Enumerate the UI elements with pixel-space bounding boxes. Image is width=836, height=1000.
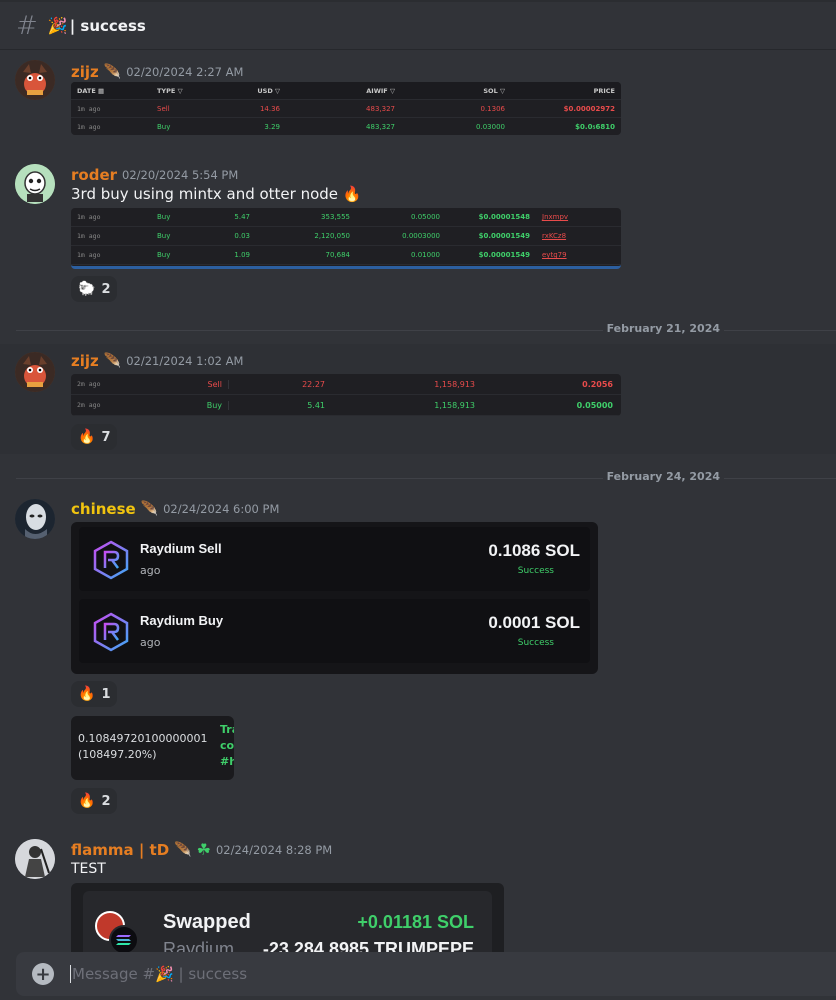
username[interactable]: chinese (71, 500, 136, 518)
swap-amount: +0.01181 SOL (357, 912, 474, 932)
raydium-logo-icon (93, 540, 129, 580)
avatar[interactable] (15, 60, 55, 100)
trade-amount: 0.1086 SOL (488, 541, 580, 560)
feather-badge-icon: 🪶 (103, 64, 122, 80)
username[interactable]: flamma | tD (71, 841, 169, 859)
date-divider: February 24, 2024 (16, 470, 836, 483)
feather-badge-icon: 🪶 (140, 501, 159, 517)
trade-table: DATE ▦ TYPE ▽ USD ▽ AIWIF ▽ SOL ▽ PRICE … (71, 82, 621, 135)
reaction[interactable]: 🔥 1 (71, 681, 118, 707)
swap-card: Swapped +0.01181 SOL Raydium -23,284.898… (83, 891, 492, 952)
swap-dex: Raydium (163, 939, 235, 952)
avatar[interactable] (15, 352, 55, 392)
trade-ago: ago (140, 564, 161, 577)
username[interactable]: zijz (71, 352, 99, 370)
trade-title: Raydium Sell (140, 541, 222, 556)
table-row: 1m ago Buy 0.03 2,120,050 0.0003000 $0.0… (71, 227, 621, 246)
profit-value: 0.10849720100000001 (78, 732, 208, 745)
raydium-logo-icon (93, 612, 129, 652)
message-text: 3rd buy using mintx and otter node 🔥 (71, 185, 362, 203)
reaction[interactable]: 🔥 2 (71, 788, 118, 814)
reaction[interactable]: 🔥 7 (71, 424, 118, 450)
avatar[interactable] (15, 164, 55, 204)
timestamp[interactable]: 02/24/2024 8:28 PM (216, 843, 332, 857)
swap-tokens: -23,284.8985 TRUMPEPE (262, 939, 474, 952)
clover-badge-icon: ☘ (196, 840, 211, 859)
reaction[interactable]: 🐑 2 (71, 276, 118, 302)
reaction-count: 7 (101, 429, 111, 445)
avatar[interactable] (15, 839, 55, 879)
username[interactable]: roder (71, 166, 117, 184)
timestamp[interactable]: 02/24/2024 6:00 PM (163, 502, 279, 516)
avatar[interactable] (15, 499, 55, 539)
table-header: DATE ▦ TYPE ▽ USD ▽ AIWIF ▽ SOL ▽ PRICE (71, 82, 621, 100)
sheep-emoji: 🐑 (78, 281, 96, 297)
trade-title: Raydium Buy (140, 613, 224, 628)
trade-card-row: Raydium Buy ago 0.0001 SOL Success (79, 599, 590, 663)
username[interactable]: zijz (71, 63, 99, 81)
table-row: 1m ago Sell 14.36 483,327 0.1306 $0.0000… (71, 100, 621, 118)
message-input-bar: + Message #🎉 | success (16, 952, 836, 996)
message: chinese 🪶 02/24/2024 6:00 PM Raydium Sel… (0, 492, 836, 817)
swap-title: Swapped (163, 911, 251, 933)
timestamp[interactable]: 02/20/2024 2:27 AM (126, 65, 243, 79)
add-attachment-button[interactable]: + (32, 963, 54, 985)
trade-card-embed: Raydium Sell ago 0.1086 SOL Success Rayd… (71, 522, 598, 674)
feather-badge-icon: 🪶 (174, 841, 192, 858)
reaction-count: 2 (101, 793, 111, 809)
reaction-count: 1 (101, 686, 111, 702)
table-row: 1m ago Buy 5.47 353,555 0.05000 $0.00001… (71, 208, 621, 227)
message: roder 02/20/2024 5:54 PM 3rd buy using m… (0, 158, 836, 308)
reaction-count: 2 (101, 281, 111, 297)
date-divider: February 21, 2024 (16, 322, 836, 335)
trade-amount: 0.0001 SOL (488, 613, 580, 632)
profit-percent: (108497.20%) (78, 748, 157, 761)
timestamp[interactable]: 02/20/2024 5:54 PM (122, 168, 238, 182)
trade-table: 1m ago Buy 5.47 353,555 0.05000 $0.00001… (71, 208, 621, 269)
channel-name[interactable]: | success (70, 17, 146, 35)
table-row: 1m ago Buy 1.09 70,684 0.01000 $0.000015… (71, 246, 621, 265)
trade-table: 2m ago Sell 22.27 1,158,913 0.2056 2m ag… (71, 374, 621, 416)
hash-icon: # (16, 10, 38, 41)
message: zijz 🪶 02/20/2024 2:27 AM DATE ▦ TYPE ▽ … (0, 54, 836, 144)
table-row: 2m ago Buy 5.41 1,158,913 0.05000 (71, 395, 621, 416)
channel-header: # 🎉 | success (0, 0, 836, 50)
timestamp[interactable]: 02/21/2024 1:02 AM (126, 354, 243, 368)
fire-emoji: 🔥 (78, 686, 96, 702)
fire-emoji: 🔥 (78, 793, 96, 809)
solana-icon (109, 925, 139, 952)
fire-emoji: 🔥 (78, 429, 96, 445)
trade-card-row: Raydium Sell ago 0.1086 SOL Success (79, 527, 590, 591)
party-emoji: 🎉 (47, 16, 68, 35)
message-text: TEST (71, 861, 106, 877)
table-row: 2m ago Sell 22.27 1,158,913 0.2056 (71, 374, 621, 395)
message: zijz 🪶 02/21/2024 1:02 AM 2m ago Sell 22… (0, 344, 836, 454)
profit-embed: 0.10849720100000001 (108497.20%) Tra co … (71, 716, 234, 780)
table-row: 1m ago Buy 3.29 483,327 0.03000 $0.0₅681… (71, 118, 621, 135)
feather-badge-icon: 🪶 (103, 353, 122, 369)
swap-embed: Swapped +0.01181 SOL Raydium -23,284.898… (71, 883, 504, 952)
trade-ago: ago (140, 636, 161, 649)
trade-status: Success (517, 638, 554, 648)
message-input[interactable]: Message #🎉 | success (70, 965, 247, 983)
message: flamma | tD 🪶 ☘ 02/24/2024 8:28 PM TEST … (0, 832, 836, 952)
trade-status: Success (517, 566, 554, 576)
